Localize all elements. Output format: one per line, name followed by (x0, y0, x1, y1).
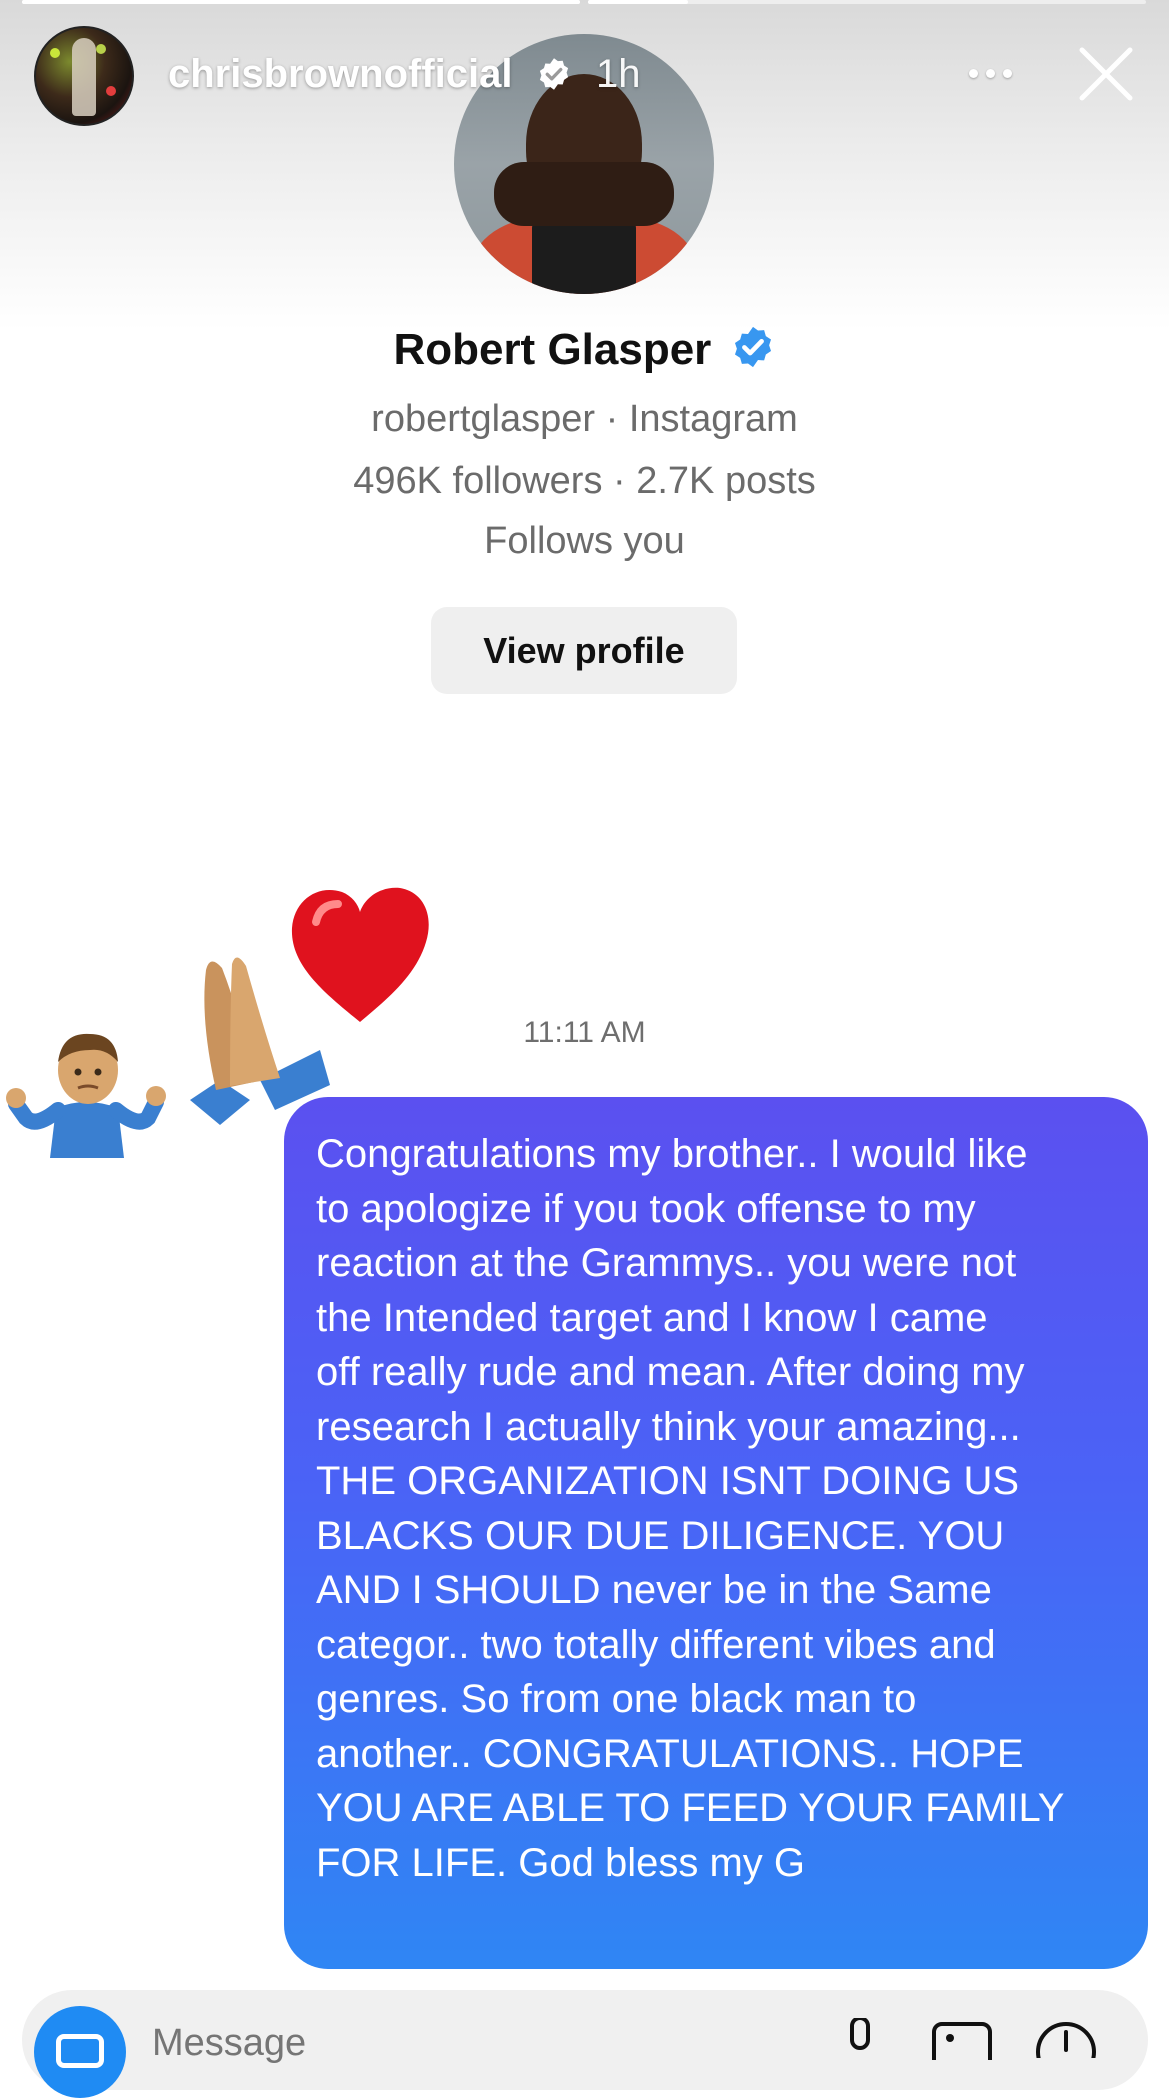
view-profile-button[interactable]: View profile (431, 607, 737, 694)
gallery-icon[interactable] (930, 2020, 994, 2060)
story-progress-segment (588, 0, 1146, 4)
sent-message-bubble[interactable]: Congratulations my brother.. I would lik… (284, 1097, 1148, 1969)
profile-name: Robert Glasper (393, 325, 712, 374)
message-timestamp: 11:11 AM (523, 1016, 646, 1049)
message-input[interactable] (150, 2022, 554, 2064)
red-heart-emoji (291, 887, 429, 1022)
camera-icon (56, 2034, 104, 2068)
message-text: Congratulations my brother.. I would lik… (316, 1132, 1065, 1885)
story-avatar[interactable] (34, 26, 134, 126)
camera-button[interactable] (34, 2006, 126, 2098)
follows-you-label: Follows you (484, 520, 685, 562)
sticker-icon[interactable] (1036, 2018, 1096, 2058)
more-options-icon[interactable] (960, 58, 1020, 88)
story-time: 1h (596, 52, 641, 96)
profile-stats: 496K followers · 2.7K posts (353, 460, 816, 502)
story-progress-segment (22, 0, 580, 4)
story-username[interactable]: chrisbrownofficial (168, 52, 513, 97)
verified-badge-icon (734, 326, 771, 368)
microphone-icon[interactable] (838, 2018, 882, 2058)
close-icon[interactable] (1074, 42, 1138, 106)
verified-icon (539, 58, 569, 90)
profile-name-row: Robert Glasper (0, 324, 1169, 375)
profile-handle: robertglasper · Instagram (371, 398, 798, 440)
